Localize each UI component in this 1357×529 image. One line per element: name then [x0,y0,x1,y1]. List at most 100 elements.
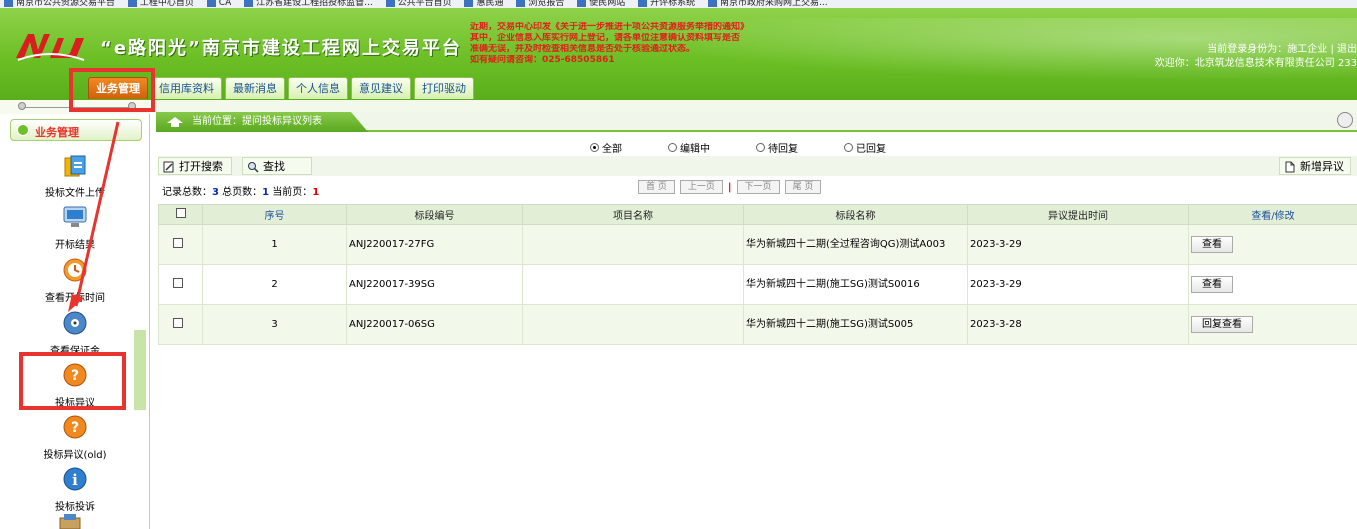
last-page-button[interactable]: 尾 页 [784,180,822,194]
objection-time: 2023-3-29 [967,224,1189,265]
notice-line: 如有疑问请咨询：025-68505861 [470,55,615,65]
rope-line [20,107,136,108]
current-page: 1 [312,187,320,198]
pagination: 首 页 上一页 | 下一页 尾 页 [638,180,826,194]
prev-page-button[interactable]: 上一页 [679,180,723,194]
status-filter: 全部 编辑中 待回复 已回复 [590,140,932,155]
logo-icon [16,34,85,61]
column-header: 标段名称 [743,204,968,225]
view-button[interactable]: 查看 [1191,276,1233,293]
sidebar-item-bid-upload[interactable]: 投标文件上传 [20,152,130,199]
next-page-button[interactable]: 下一页 [736,180,780,194]
sidebar-item-label: 查看保证金 [50,346,100,357]
notice-line: 其中，企业信息入库实行网上登记，请各单位注意确认资料填写是否 [470,33,741,43]
project-name [522,224,744,265]
sidebar-item-bid-result[interactable]: 开标结果 [20,204,130,251]
row-checkbox[interactable] [173,238,183,248]
tab-personal-info[interactable]: 个人信息 [288,77,348,99]
action-cell: 查看 [1188,224,1357,265]
button-label: 打开搜索 [179,160,223,173]
sidebar-item-deposit[interactable]: 查看保证金 [20,310,130,357]
section-name: 华为新城四十二期(全过程咨询QG)测试A003 [743,224,968,265]
pages-label: 总页数： [222,187,263,198]
table-row: 2 ANJ220017-39SG 华为新城四十二期(施工SG)测试S0016 2… [158,264,1357,305]
filter-pending-reply[interactable]: 待回复 [756,140,798,155]
refresh-icon[interactable] [1337,112,1353,128]
filter-all[interactable]: 全部 [590,140,622,155]
new-document-icon [1285,161,1295,173]
bookmark-item[interactable]: CA [206,0,231,8]
column-header: 标段编号 [346,204,523,225]
sidebar-item-bid-time[interactable]: 查看开标时间 [20,257,130,304]
sidebar-header-label: 业务管理 [35,126,79,139]
row-select-cell [158,304,203,345]
search-button[interactable]: 查找 [242,157,312,175]
sidebar-item-bid-objection-old[interactable]: ? 投标异议(old) [20,414,130,461]
welcome-text: 欢迎你：北京筑龙信息技术有限责任公司 233 [1154,58,1357,69]
filter-editing[interactable]: 编辑中 [668,140,710,155]
bookmark-item[interactable]: 浏览报告 [516,0,564,8]
section-name: 华为新城四十二期(施工SG)测试S0016 [743,264,968,305]
main-nav-tabs: 业务管理 信用库资料 最新消息 个人信息 意见建议 打印驱动 [88,77,477,99]
bookmark-item[interactable]: 南京市公共资源交易平台 [4,0,115,8]
filter-replied[interactable]: 已回复 [844,140,886,155]
bookmark-item[interactable]: 公共平台首页 [385,0,452,8]
bookmark-icon [577,0,587,7]
select-all-checkbox[interactable] [175,208,186,218]
bookmark-item[interactable]: 惠民通 [464,0,503,8]
first-page-button[interactable]: 首 页 [638,180,675,194]
filter-label: 全部 [602,144,622,155]
view-button[interactable]: 查看 [1191,236,1233,253]
section-code: ANJ220017-06SG [346,304,523,345]
sidebar-item-label: 投标投诉 [55,502,95,513]
notice-line: 近期，交易中心印发《关于进一步推进十项公共资源服务举措的通知》 [470,22,750,32]
objection-time: 2023-3-29 [967,264,1189,305]
objection-time: 2023-3-28 [967,304,1189,345]
radio-icon [756,143,765,152]
section-name: 华为新城四十二期(施工SG)测试S005 [743,304,968,345]
sidebar-header[interactable]: 业务管理 [10,119,142,141]
bookmark-item[interactable]: 开评标系统 [638,0,695,8]
action-cell: 查看 [1188,264,1357,305]
info-icon: i [63,467,87,491]
clock-icon [63,258,87,282]
breadcrumb-bar: 当前位置：提问投标异议列表 [156,112,1357,132]
select-all-cell [158,204,203,225]
edit-icon [163,161,174,173]
disc-icon [63,311,87,335]
sidebar-scrollbar[interactable] [134,330,146,410]
sidebar-item-bid-objection[interactable]: ? 投标异议 [20,362,130,409]
column-header[interactable]: 序号 [202,204,347,225]
add-objection-button[interactable]: 新增异议 [1279,157,1351,175]
column-header: 查看/修改 [1188,204,1357,225]
question-icon: ? [63,363,87,387]
sidebar-item-label: 投标异议 [55,398,95,409]
tab-latest-news[interactable]: 最新消息 [225,77,285,99]
row-checkbox[interactable] [173,318,183,328]
tab-print-driver[interactable]: 打印驱动 [414,77,474,99]
pager-row: 记录总数：3 总页数：1 当前页：1 首 页 上一页 | 下一页 尾 页 [158,180,1357,198]
bookmark-item[interactable]: 南京市政府采购网上交易... [708,0,828,8]
upload-file-icon [64,155,86,177]
total-label: 记录总数： [162,187,212,198]
section-code: ANJ220017-27FG [346,224,523,265]
sidebar-item-label: 投标异议(old) [43,450,107,461]
open-search-button[interactable]: 打开搜索 [158,157,232,175]
tab-business-management[interactable]: 业务管理 [88,77,148,99]
reply-view-button[interactable]: 回复查看 [1191,316,1253,333]
bookmark-item[interactable]: 便民网站 [577,0,625,8]
monitor-icon [63,206,87,227]
table-row: 3 ANJ220017-06SG 华为新城四十二期(施工SG)测试S005 20… [158,304,1357,345]
radio-icon [590,143,599,152]
bookmark-item[interactable]: 工程中心首页 [127,0,194,8]
sidebar-item-bid-complaint[interactable]: i 投标投诉 [20,466,130,513]
row-checkbox[interactable] [173,278,183,288]
tab-suggestions[interactable]: 意见建议 [351,77,411,99]
svg-text:i: i [72,471,78,489]
question-icon: ? [63,415,87,439]
row-select-cell [158,264,203,305]
radio-icon [844,143,853,152]
bookmark-item[interactable]: 江苏省建设工程招投标监督... [244,0,373,8]
user-info: 当前登录身份为：施工企业 | 退出 欢迎你：北京筑龙信息技术有限责任公司 233 [1155,43,1357,71]
tab-credit-library[interactable]: 信用库资料 [151,77,222,99]
